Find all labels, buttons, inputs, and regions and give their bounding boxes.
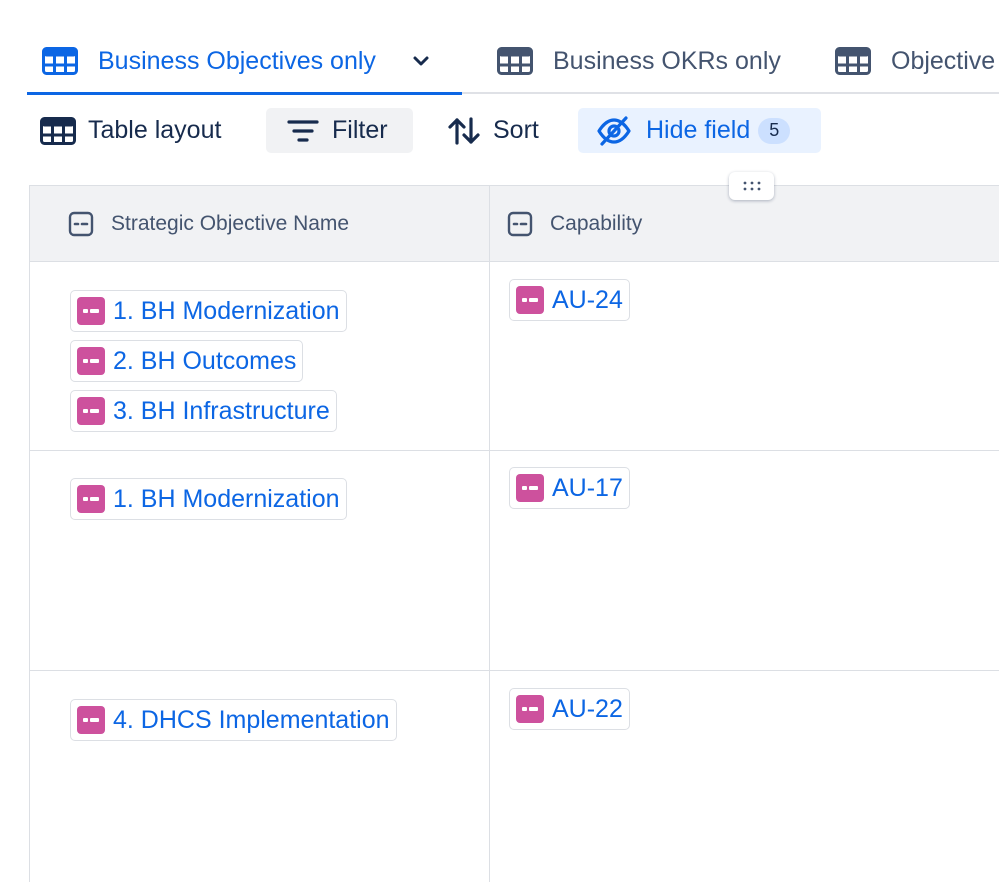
objective-label: 4. DHCS Implementation xyxy=(113,705,390,734)
work-item-icon xyxy=(77,297,105,325)
work-item-icon xyxy=(77,706,105,734)
field-icon xyxy=(68,211,94,237)
capability-label: AU-22 xyxy=(552,694,623,723)
capability-chip[interactable]: AU-22 xyxy=(509,688,630,730)
objective-label: 1. BH Modernization xyxy=(113,484,340,513)
column-drag-handle[interactable] xyxy=(729,172,774,200)
work-item-icon xyxy=(516,286,544,314)
capability-chip[interactable]: AU-17 xyxy=(509,467,630,509)
filter-label: Filter xyxy=(332,116,388,144)
table-grid-icon xyxy=(497,47,533,75)
objective-chip[interactable]: 3. BH Infrastructure xyxy=(70,390,337,432)
capability-chip[interactable]: AU-24 xyxy=(509,279,630,321)
tab-objective[interactable]: Objective xyxy=(835,30,995,92)
work-item-icon xyxy=(516,474,544,502)
column-header-label: Strategic Objective Name xyxy=(111,212,350,235)
capability-label: AU-24 xyxy=(552,285,623,314)
table-layout-button[interactable]: Table layout xyxy=(40,108,221,153)
filter-icon xyxy=(287,119,319,142)
objective-chip[interactable]: 4. DHCS Implementation xyxy=(70,699,397,741)
tab-label: Objective xyxy=(891,46,996,75)
hidden-count-badge: 5 xyxy=(758,117,791,144)
objective-label: 3. BH Infrastructure xyxy=(113,396,330,425)
work-item-icon xyxy=(516,695,544,723)
chevron-down-icon[interactable] xyxy=(410,50,432,72)
capability-label: AU-17 xyxy=(552,473,623,502)
tab-business-objectives-only[interactable]: Business Objectives only xyxy=(27,30,462,95)
data-table: Strategic Objective Name Capability 1. B… xyxy=(29,185,999,882)
table-grid-icon xyxy=(40,116,76,145)
objective-chip[interactable]: 2. BH Outcomes xyxy=(70,340,304,382)
sort-arrows-icon xyxy=(448,116,480,145)
objective-chip[interactable]: 1. BH Modernization xyxy=(70,290,347,332)
hide-field-label: Hide field xyxy=(646,116,751,144)
table-layout-label: Table layout xyxy=(88,116,222,144)
column-header-strategic-objective[interactable]: Strategic Objective Name xyxy=(68,186,349,262)
tab-business-okrs-only[interactable]: Business OKRs only xyxy=(497,30,781,92)
objective-chip[interactable]: 1. BH Modernization xyxy=(70,478,347,520)
field-icon xyxy=(507,211,533,237)
drag-handle-icon xyxy=(743,181,760,191)
table-header: Strategic Objective Name Capability xyxy=(30,186,999,262)
row-divider xyxy=(30,450,999,451)
work-item-icon xyxy=(77,485,105,513)
objective-label: 1. BH Modernization xyxy=(113,296,340,325)
tab-label: Business Objectives only xyxy=(98,46,376,75)
table-grid-icon xyxy=(835,47,871,75)
tab-label: Business OKRs only xyxy=(553,46,781,75)
toolbar: Table layout Filter Sort Hide field 5 xyxy=(0,108,999,154)
eye-off-icon xyxy=(597,115,631,146)
hide-field-button[interactable]: Hide field 5 xyxy=(578,108,821,153)
row-divider xyxy=(30,670,999,671)
sort-label: Sort xyxy=(493,116,539,144)
work-item-icon xyxy=(77,347,105,375)
filter-button[interactable]: Filter xyxy=(266,108,413,153)
sort-button[interactable]: Sort xyxy=(447,108,539,153)
column-header-capability[interactable]: Capability xyxy=(507,186,642,262)
work-item-icon xyxy=(77,397,105,425)
view-tabs: Business Objectives only Business OKRs o… xyxy=(27,30,999,95)
column-header-label: Capability xyxy=(550,212,643,235)
column-divider xyxy=(489,186,490,882)
objective-label: 2. BH Outcomes xyxy=(113,346,297,375)
table-grid-icon xyxy=(42,47,78,75)
